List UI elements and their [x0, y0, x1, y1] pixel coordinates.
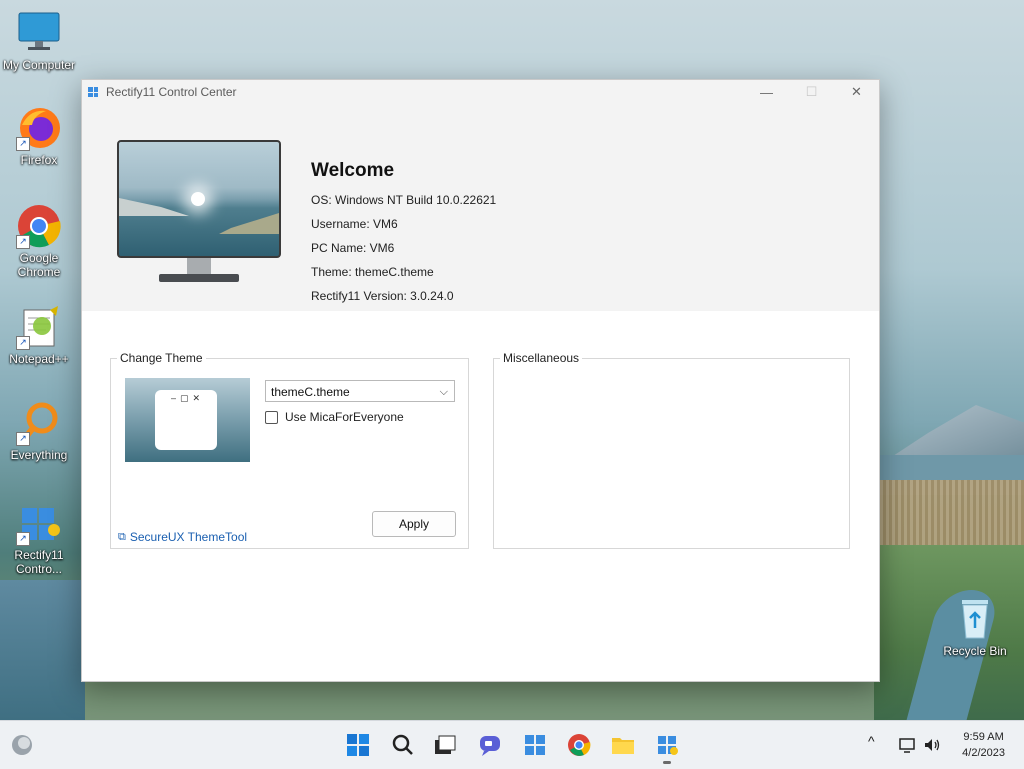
desktop-icon-notepadpp[interactable]: ↗ Notepad++ — [0, 304, 78, 366]
maximize-button[interactable]: ☐ — [789, 80, 834, 104]
desktop-icon-firefox[interactable]: ↗ Firefox — [0, 105, 78, 167]
desktop-icon-label: Everything — [10, 448, 68, 462]
os-info: OS: Windows NT Build 10.0.22621 — [311, 193, 497, 207]
desktop-icon-label: My Computer — [2, 58, 76, 72]
network-icon[interactable] — [898, 735, 918, 755]
change-theme-title: Change Theme — [117, 351, 206, 365]
miscellaneous-title: Miscellaneous — [500, 351, 583, 365]
windows-logo-icon — [88, 87, 98, 97]
taskbar: ^ 9:59 AM 4/2/2023 — [0, 720, 1024, 769]
shortcut-arrow-icon: ↗ — [16, 235, 30, 249]
shortcut-arrow-icon: ↗ — [16, 532, 30, 546]
desktop-icon-rectify11[interactable]: ↗ Rectify11 Contro... — [0, 500, 78, 576]
desktop-icon-label: Google Chrome — [17, 251, 61, 279]
tray-overflow-button[interactable]: ^ — [868, 733, 875, 749]
desktop-icon-label: Notepad++ — [9, 352, 69, 366]
apply-button[interactable]: Apply — [372, 511, 456, 537]
volume-icon[interactable] — [922, 735, 942, 755]
desktop-icon-label: Recycle Bin — [943, 644, 1007, 658]
shortcut-arrow-icon: ↗ — [16, 137, 30, 151]
welcome-banner: Welcome OS: Windows NT Build 10.0.22621 … — [82, 104, 879, 311]
change-theme-group: Change Theme –▢✕ themeC.theme ⌵ Use Mica… — [110, 351, 469, 549]
mica-checkbox-row[interactable]: Use MicaForEveryone — [265, 410, 404, 424]
window-title: Rectify11 Control Center — [106, 85, 237, 99]
pc-name-info: PC Name: VM6 — [311, 241, 395, 255]
widgets-weather-icon[interactable] — [10, 733, 34, 757]
search-icon[interactable] — [391, 733, 415, 757]
chrome-taskbar-icon[interactable] — [567, 733, 591, 757]
desktop-icon-my-computer[interactable]: My Computer — [0, 10, 78, 72]
task-view-icon[interactable] — [433, 733, 457, 757]
securux-themetool-link[interactable]: ⧉ SecureUX ThemeTool — [118, 530, 247, 544]
shortcut-arrow-icon: ↗ — [16, 432, 30, 446]
securux-themetool-label: SecureUX ThemeTool — [129, 530, 248, 544]
minimize-button[interactable]: — — [744, 80, 789, 104]
magnifier-icon: ↗ — [16, 400, 62, 446]
running-indicator — [663, 761, 671, 764]
desktop-icon-recycle-bin[interactable]: Recycle Bin — [936, 596, 1014, 658]
desktop-wallpaper-shore — [0, 580, 85, 720]
monitor-illustration — [117, 140, 281, 282]
mica-checkbox[interactable] — [265, 410, 278, 424]
miscellaneous-group: Miscellaneous — [493, 351, 850, 549]
close-button[interactable]: ✕ — [834, 80, 879, 104]
window-controls-icon: –▢✕ — [171, 393, 205, 403]
clock-time: 9:59 AM — [963, 731, 1004, 743]
desktop-icon-everything[interactable]: ↗ Everything — [0, 400, 78, 462]
desktop-icon-label: Firefox — [20, 153, 58, 167]
mica-checkbox-label: Use MicaForEveryone — [285, 410, 404, 424]
rectify11-control-center-window: Rectify11 Control Center — ☐ ✕ Welcome O… — [81, 79, 880, 682]
desktop-icon-chrome[interactable]: ↗ Google Chrome — [0, 203, 78, 279]
username-info: Username: VM6 — [311, 217, 398, 231]
file-explorer-icon[interactable] — [611, 733, 635, 757]
system-info: Welcome OS: Windows NT Build 10.0.22621 … — [311, 160, 496, 308]
notepadpp-icon: ↗ — [16, 304, 62, 350]
start-button-icon[interactable] — [346, 733, 370, 757]
theme-select[interactable]: themeC.theme ⌵ — [265, 380, 455, 402]
desktop-icon-label: Rectify11 Contro... — [14, 548, 64, 576]
chat-icon[interactable] — [478, 733, 502, 757]
version-info: Rectify11 Version: 3.0.24.0 — [311, 289, 454, 303]
clock-date: 4/2/2023 — [962, 747, 1005, 759]
system-clock[interactable]: 9:59 AM 4/2/2023 — [962, 729, 1005, 761]
window-titlebar[interactable]: Rectify11 Control Center — ☐ ✕ — [82, 80, 879, 104]
chrome-icon: ↗ — [16, 203, 62, 249]
rectify11-icon: ↗ — [16, 500, 62, 546]
recycle-bin-icon — [952, 596, 998, 642]
rectify11-taskbar-icon[interactable] — [523, 733, 547, 757]
firefox-icon: ↗ — [16, 105, 62, 151]
monitor-icon — [16, 10, 62, 56]
chevron-down-icon: ⌵ — [439, 386, 448, 398]
shortcut-arrow-icon: ↗ — [16, 336, 30, 350]
theme-preview-image: –▢✕ — [125, 378, 250, 462]
theme-info: Theme: themeC.theme — [311, 265, 434, 279]
external-link-icon: ⧉ — [118, 530, 126, 543]
welcome-heading: Welcome — [311, 160, 395, 181]
rectify11-control-center-taskbar-icon[interactable] — [655, 733, 679, 757]
theme-select-value: themeC.theme — [271, 385, 350, 399]
